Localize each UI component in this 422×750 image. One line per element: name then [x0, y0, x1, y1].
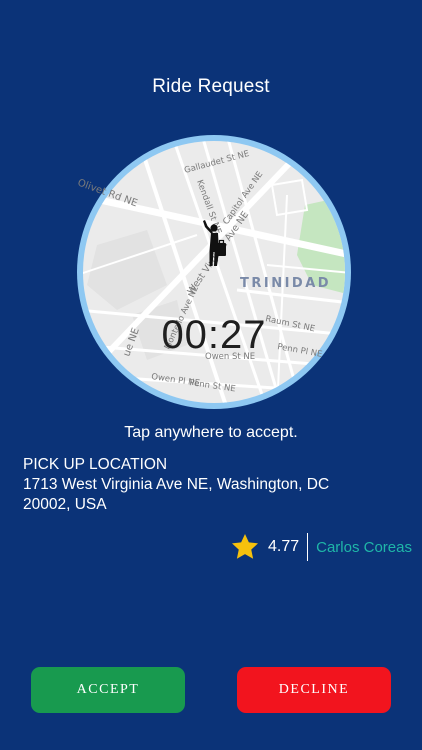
- pickup-location: PICK UP LOCATION 1713 West Virginia Ave …: [23, 455, 403, 515]
- area-label: TRINIDAD: [240, 276, 331, 291]
- decline-button[interactable]: DECLINE: [237, 667, 391, 713]
- star-icon: [231, 534, 258, 559]
- rider-name[interactable]: Carlos Coreas: [316, 539, 412, 556]
- ride-map[interactable]: Gallaudet St NE Kendall St NE Capitol Av…: [77, 135, 351, 409]
- pickup-address-line2: 20002, USA: [23, 496, 107, 513]
- tap-to-accept-hint: Tap anywhere to accept.: [124, 424, 298, 441]
- accept-button[interactable]: ACCEPT: [31, 667, 185, 713]
- divider: [307, 533, 309, 561]
- countdown-timer: 00:27: [161, 313, 267, 357]
- pickup-address-line1: 1713 West Virginia Ave NE, Washington, D…: [23, 476, 330, 493]
- rider-info: 4.77 Carlos Coreas: [230, 532, 412, 562]
- rider-rating: 4.77: [267, 538, 300, 555]
- screen-title: Ride Request: [152, 76, 270, 97]
- map-graphic: Gallaudet St NE Kendall St NE Capitol Av…: [77, 135, 351, 409]
- pickup-label: PICK UP LOCATION: [23, 456, 168, 473]
